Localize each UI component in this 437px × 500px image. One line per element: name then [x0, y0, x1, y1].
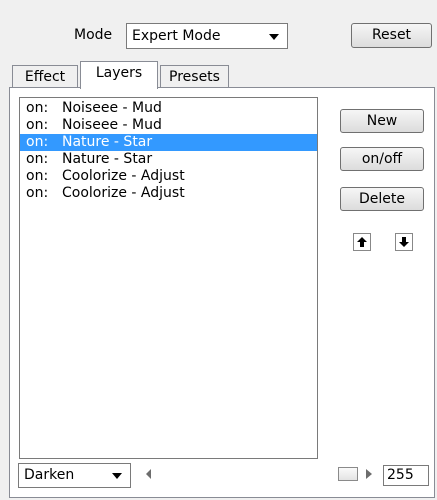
mode-label: Mode [74, 27, 113, 43]
layer-state: on: [26, 185, 49, 201]
opacity-slider-thumb[interactable] [338, 467, 358, 481]
blend-mode-value: Darken [24, 467, 75, 483]
chevron-down-icon [112, 473, 122, 479]
move-up-button[interactable] [353, 233, 371, 251]
layer-state: on: [26, 117, 49, 133]
layer-list[interactable]: on: Noiseee - Mud on: Noiseee - Mud on: Natur… [19, 97, 318, 459]
layer-list-item[interactable]: on: Coolorize - Adjust [20, 185, 317, 202]
move-down-button[interactable] [395, 233, 413, 251]
tab-presets[interactable]: Presets [160, 65, 229, 88]
layer-list-item[interactable]: on: Noiseee - Mud [20, 100, 317, 117]
mode-select[interactable]: Expert Mode [126, 23, 288, 49]
tab-effect[interactable]: Effect [12, 65, 78, 88]
layer-state: on: [26, 168, 49, 184]
toggle-layer-button[interactable]: on/off [340, 147, 424, 171]
layer-name: Noiseee - Mud [62, 100, 162, 116]
layer-name: Coolorize - Adjust [62, 168, 185, 184]
delete-layer-button[interactable]: Delete [340, 187, 424, 211]
layer-list-item[interactable]: on: Coolorize - Adjust [20, 168, 317, 185]
blend-mode-select[interactable]: Darken [18, 463, 131, 488]
reset-button[interactable]: Reset [351, 23, 432, 48]
layer-state: on: [26, 100, 49, 116]
layer-state: on: [26, 134, 49, 150]
scroll-right-icon[interactable] [366, 469, 372, 479]
layer-name: Nature - Star [62, 134, 153, 150]
layer-state: on: [26, 151, 49, 167]
tab-layers[interactable]: Layers [80, 61, 158, 89]
scroll-left-icon[interactable] [146, 469, 152, 479]
layer-name: Noiseee - Mud [62, 117, 162, 133]
layer-list-item[interactable]: on: Nature - Star [20, 151, 317, 168]
opacity-slider[interactable] [142, 465, 376, 483]
layer-name: Nature - Star [62, 151, 153, 167]
opacity-value-field[interactable]: 255 [383, 465, 429, 486]
layer-list-item[interactable]: on: Nature - Star [20, 134, 317, 151]
chevron-down-icon [269, 34, 279, 40]
layer-list-item[interactable]: on: Noiseee - Mud [20, 117, 317, 134]
arrow-down-icon [399, 237, 409, 247]
layer-name: Coolorize - Adjust [62, 185, 185, 201]
arrow-up-icon [357, 237, 367, 247]
new-layer-button[interactable]: New [340, 109, 424, 133]
mode-select-value: Expert Mode [132, 28, 221, 44]
